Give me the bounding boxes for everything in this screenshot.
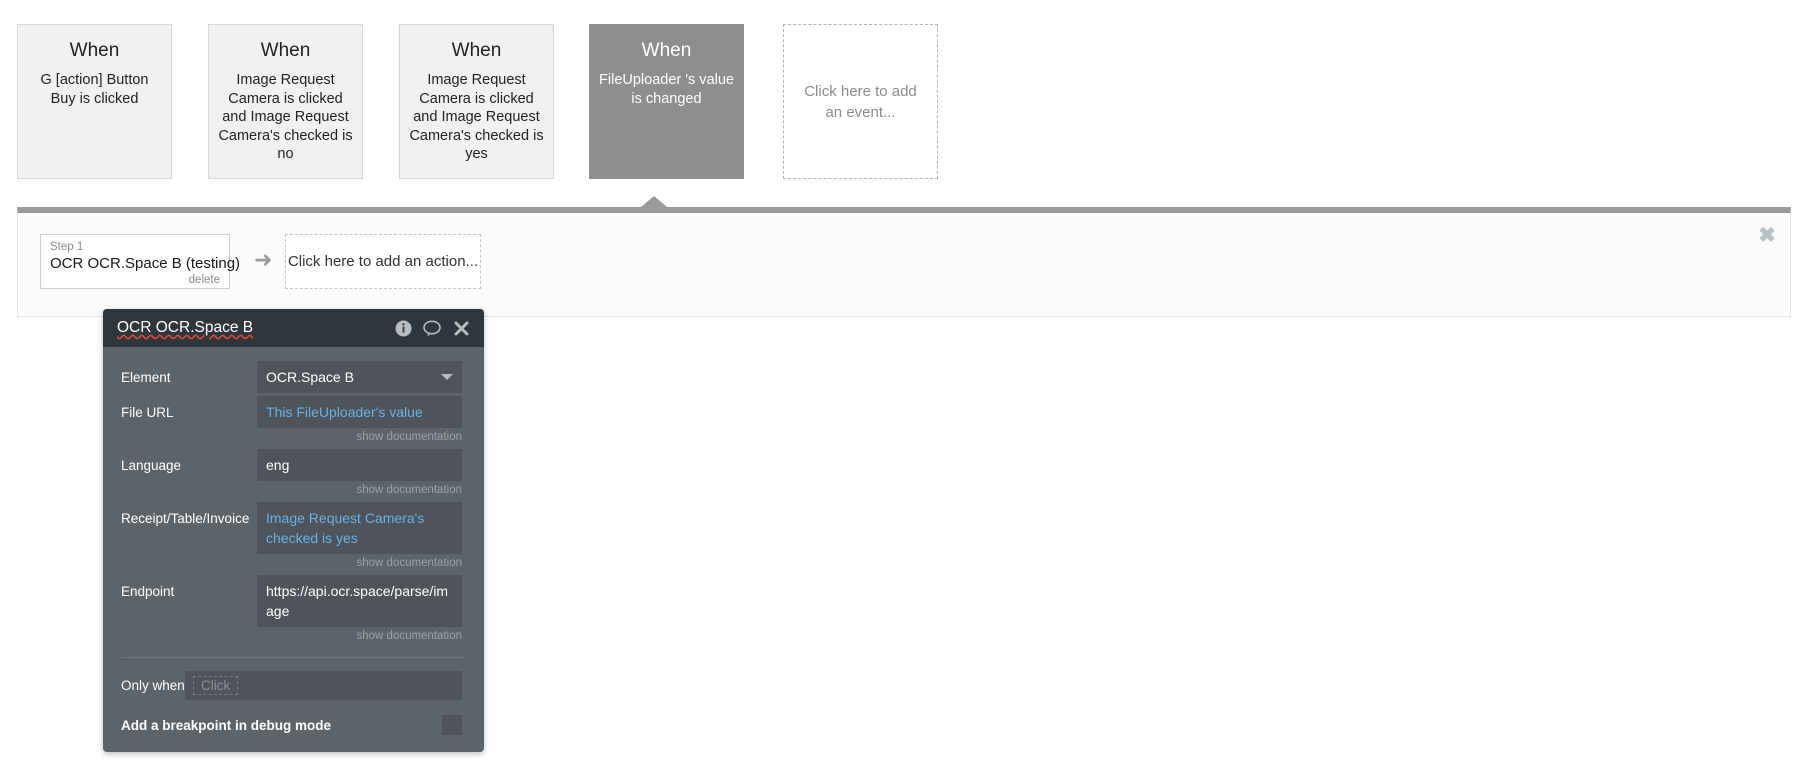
event-card-description: Image Request Camera is clicked and Imag… bbox=[409, 72, 544, 162]
field-value: https://api.ocr.space/parse/image bbox=[266, 583, 449, 619]
field-input[interactable]: https://api.ocr.space/parse/image bbox=[257, 575, 462, 627]
field-label: File URL bbox=[121, 405, 174, 420]
field-label: Receipt/Table/Invoice bbox=[121, 511, 250, 526]
add-event-label: Click here to add an event... bbox=[804, 82, 917, 121]
property-editor-body: Element OCR.Space B File URL This FileUploa… bbox=[103, 347, 484, 645]
field-row: Endpoint https://api.ocr.space/parse/imag… bbox=[103, 575, 484, 645]
event-card-2[interactable]: When Image Request Camera is clicked and … bbox=[208, 24, 363, 179]
action-panel-pointer bbox=[641, 196, 667, 207]
field-label: Element bbox=[121, 370, 171, 385]
event-card-when-label: When bbox=[69, 40, 120, 61]
delete-step-link[interactable]: delete bbox=[50, 273, 220, 287]
event-card-description: G [action] Button Buy is clicked bbox=[40, 72, 149, 107]
field-row: Receipt/Table/Invoice Image Request Camer… bbox=[103, 502, 484, 572]
comment-icon[interactable] bbox=[422, 318, 442, 338]
breakpoint-row: Add a breakpoint in debug mode bbox=[103, 700, 484, 752]
close-icon[interactable]: ✖ bbox=[1756, 225, 1778, 247]
show-documentation-link[interactable]: show documentation bbox=[257, 627, 462, 645]
field-row: Element OCR.Space B bbox=[103, 361, 484, 393]
field-value: This FileUploader's value bbox=[266, 404, 423, 420]
field-input[interactable]: This FileUploader's value bbox=[257, 396, 462, 428]
field-value: eng bbox=[266, 457, 290, 473]
event-card-3[interactable]: When Image Request Camera is clicked and … bbox=[399, 24, 554, 179]
step-title: OCR OCR.Space B (testing) bbox=[50, 255, 241, 272]
only-when-input[interactable]: Click bbox=[185, 671, 462, 700]
field-value: Image Request Camera's checked is yes bbox=[266, 510, 425, 546]
action-panel: ✖ Step 1 OCR OCR.Space B (testing) delet… bbox=[17, 207, 1791, 317]
show-documentation-link[interactable]: show documentation bbox=[257, 428, 462, 446]
field-control: Image Request Camera's checked is yes sho… bbox=[257, 502, 462, 572]
chevron-down-icon bbox=[441, 374, 453, 380]
field-control: https://api.ocr.space/parse/image show do… bbox=[257, 575, 462, 645]
event-card-description: Image Request Camera is clicked and Imag… bbox=[218, 72, 353, 162]
only-when-placeholder: Click bbox=[193, 676, 239, 695]
only-when-label: Only when bbox=[121, 678, 185, 693]
breakpoint-label: Add a breakpoint in debug mode bbox=[121, 717, 332, 733]
event-card-when-label: When bbox=[451, 40, 502, 61]
add-action-label: Click here to add an action... bbox=[287, 253, 479, 270]
step-number-label: Step 1 bbox=[50, 241, 84, 253]
event-card-row: When G [action] Button Buy is clicked When… bbox=[0, 0, 1809, 200]
event-card-4[interactable]: When FileUploader 's value is changed bbox=[589, 24, 744, 179]
field-input[interactable]: eng bbox=[257, 449, 462, 481]
field-row: Language eng show documentation bbox=[103, 449, 484, 499]
field-value: OCR.Space B bbox=[266, 369, 354, 385]
event-card-description: FileUploader 's value is changed bbox=[599, 72, 734, 107]
property-editor-title: OCR OCR.Space B bbox=[117, 319, 254, 336]
only-when-row: Only when Click bbox=[103, 658, 484, 700]
property-editor-panel: OCR OCR.Space B Element OCR.Space B File U… bbox=[103, 309, 484, 752]
event-card-when-label: When bbox=[260, 40, 311, 61]
arrow-right-icon: ➜ bbox=[254, 247, 273, 272]
field-input[interactable]: Image Request Camera's checked is yes bbox=[257, 502, 462, 554]
event-card-1[interactable]: When G [action] Button Buy is clicked bbox=[17, 24, 172, 179]
field-label: Language bbox=[121, 458, 182, 473]
info-icon[interactable] bbox=[393, 318, 413, 338]
event-card-when-label: When bbox=[641, 40, 692, 61]
field-control: This FileUploader's value show documentat… bbox=[257, 396, 462, 446]
field-control: eng show documentation bbox=[257, 449, 462, 499]
action-step-1[interactable]: Step 1 OCR OCR.Space B (testing) delete bbox=[40, 234, 241, 289]
field-dropdown[interactable]: OCR.Space B bbox=[257, 361, 462, 393]
field-control: OCR.Space B bbox=[257, 361, 462, 393]
add-action-button[interactable]: Click here to add an action... bbox=[285, 234, 481, 289]
show-documentation-link[interactable]: show documentation bbox=[257, 554, 462, 572]
add-event-button[interactable]: Click here to add an event... bbox=[783, 24, 938, 179]
close-icon[interactable] bbox=[451, 318, 471, 338]
field-label: Endpoint bbox=[121, 584, 175, 599]
property-editor-header: OCR OCR.Space B bbox=[103, 309, 484, 347]
field-row: File URL This FileUploader's value show do… bbox=[103, 396, 484, 446]
breakpoint-checkbox[interactable] bbox=[442, 715, 462, 735]
show-documentation-link[interactable]: show documentation bbox=[257, 481, 462, 499]
